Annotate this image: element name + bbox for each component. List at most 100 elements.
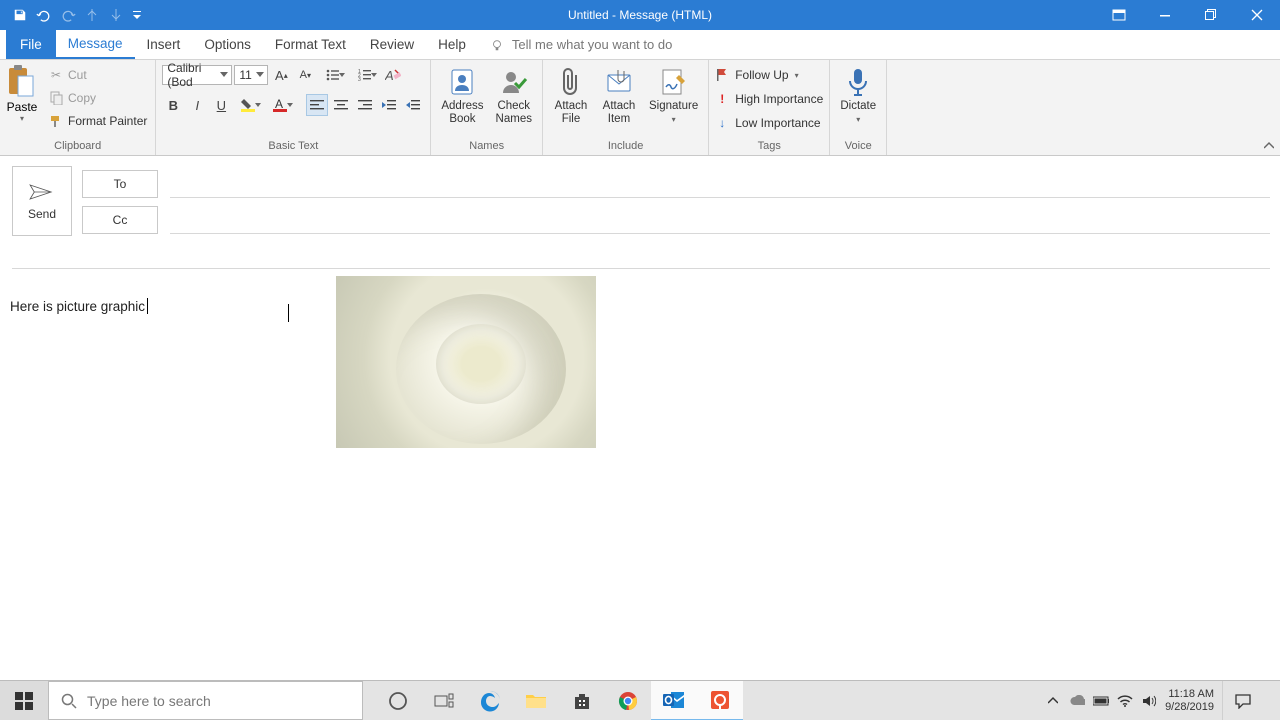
undo-icon[interactable] (36, 7, 52, 23)
task-view-button[interactable] (421, 681, 467, 720)
follow-up-button[interactable]: Follow Up ▾ (715, 64, 823, 86)
clear-formatting-button[interactable]: A (382, 64, 404, 86)
tab-review[interactable]: Review (358, 30, 426, 59)
paste-button[interactable]: Paste ▾ (6, 64, 42, 123)
dictate-button[interactable]: Dictate ▾ (836, 64, 880, 126)
paperclip-icon (555, 66, 587, 98)
bold-button[interactable]: B (162, 94, 184, 116)
chrome-app[interactable] (605, 681, 651, 720)
check-names-button[interactable]: Check Names (492, 64, 536, 128)
tab-options[interactable]: Options (192, 30, 263, 59)
group-voice: Dictate ▾ Voice (830, 60, 887, 155)
tab-message[interactable]: Message (56, 30, 135, 59)
quick-access-toolbar (0, 7, 142, 23)
compose-header: Send To Cc (0, 156, 1280, 240)
edge-app[interactable] (467, 681, 513, 720)
numbering-button[interactable]: 123 (350, 64, 380, 86)
send-button[interactable]: Send (12, 166, 72, 236)
tell-me-search[interactable]: Tell me what you want to do (490, 30, 672, 59)
cortana-button[interactable] (375, 681, 421, 720)
minimize-button[interactable] (1142, 0, 1188, 30)
wifi-icon[interactable] (1117, 693, 1133, 709)
action-center-button[interactable] (1222, 681, 1262, 720)
system-tray: 11:18 AM 9/28/2019 (1045, 681, 1280, 720)
chevron-down-icon: ▾ (795, 71, 799, 80)
taskbar-clock[interactable]: 11:18 AM 9/28/2019 (1165, 688, 1214, 713)
bullets-button[interactable] (318, 64, 348, 86)
group-label-names: Names (437, 138, 536, 155)
shrink-font-button[interactable]: A▾ (294, 64, 316, 86)
close-button[interactable] (1234, 0, 1280, 30)
cut-icon: ✂ (48, 67, 64, 83)
taskbar: Type here to search (0, 680, 1280, 720)
battery-icon[interactable] (1093, 693, 1109, 709)
store-app[interactable] (559, 681, 605, 720)
svg-text:3: 3 (358, 77, 361, 81)
chevron-down-icon[interactable]: ▾ (20, 114, 24, 123)
group-label-tags: Tags (715, 138, 823, 155)
italic-button[interactable]: I (186, 94, 208, 116)
tab-insert[interactable]: Insert (135, 30, 193, 59)
outlook-app[interactable] (651, 681, 697, 720)
to-field[interactable] (170, 170, 1270, 198)
svg-text:A: A (385, 68, 394, 82)
taskbar-search[interactable]: Type here to search (48, 681, 363, 720)
highlight-button[interactable] (234, 94, 264, 116)
subject-field[interactable] (12, 241, 1270, 269)
chevron-down-icon: ▾ (672, 115, 676, 124)
address-book-icon (446, 66, 478, 98)
high-importance-button[interactable]: ! High Importance (715, 88, 823, 110)
cut-button: ✂ Cut (46, 64, 149, 86)
search-icon (61, 693, 77, 709)
paste-icon (6, 64, 38, 100)
snagit-app[interactable] (697, 681, 743, 720)
inline-image[interactable] (336, 276, 596, 448)
tab-file[interactable]: File (6, 30, 56, 59)
align-center-button[interactable] (330, 94, 352, 116)
to-button[interactable]: To (82, 170, 158, 198)
align-right-button[interactable] (354, 94, 376, 116)
attach-file-button[interactable]: Attach File (549, 64, 593, 128)
file-explorer-app[interactable] (513, 681, 559, 720)
font-name-selector[interactable]: Calibri (Bod (162, 65, 232, 85)
attach-item-icon (603, 66, 635, 98)
flag-icon (715, 68, 729, 82)
underline-button[interactable]: U (210, 94, 232, 116)
qat-customize-icon[interactable] (132, 7, 142, 23)
text-cursor (147, 298, 148, 314)
ribbon-tabs: File Message Insert Options Format Text … (0, 30, 1280, 60)
address-book-button[interactable]: Address Book (437, 64, 487, 128)
save-icon[interactable] (12, 7, 28, 23)
attach-item-button[interactable]: Attach Item (597, 64, 641, 128)
signature-button[interactable]: Signature ▾ (645, 64, 702, 126)
windows-icon (15, 692, 33, 710)
align-left-button[interactable] (306, 94, 328, 116)
decrease-indent-button[interactable] (378, 94, 400, 116)
cc-field[interactable] (170, 206, 1270, 234)
group-basic-text: Calibri (Bod 11 A▴ A▾ 123 A (156, 60, 431, 155)
low-importance-button[interactable]: ↓ Low Importance (715, 112, 823, 134)
microphone-icon (842, 66, 874, 98)
group-clipboard: Paste ▾ ✂ Cut Copy (0, 60, 156, 155)
low-importance-icon: ↓ (715, 116, 729, 130)
next-item-icon (108, 7, 124, 23)
onedrive-icon[interactable] (1069, 693, 1085, 709)
font-size-selector[interactable]: 11 (234, 65, 268, 85)
cc-button[interactable]: Cc (82, 206, 158, 234)
subject-label: Subject (0, 248, 6, 262)
ribbon-display-options-icon[interactable] (1096, 0, 1142, 30)
maximize-button[interactable] (1188, 0, 1234, 30)
start-button[interactable] (0, 681, 48, 720)
font-color-button[interactable]: A (266, 94, 296, 116)
collapse-ribbon-button[interactable] (1262, 139, 1276, 153)
message-body[interactable]: Here is picture graphic (0, 276, 1280, 680)
format-painter-button[interactable]: Format Painter (46, 110, 149, 132)
grow-font-button[interactable]: A▴ (270, 64, 292, 86)
group-tags: Follow Up ▾ ! High Importance ↓ Low Impo… (709, 60, 830, 155)
tab-help[interactable]: Help (426, 30, 478, 59)
increase-indent-button[interactable] (402, 94, 424, 116)
tab-format-text[interactable]: Format Text (263, 30, 358, 59)
volume-icon[interactable] (1141, 693, 1157, 709)
tray-overflow-icon[interactable] (1045, 693, 1061, 709)
format-painter-icon (48, 113, 64, 129)
